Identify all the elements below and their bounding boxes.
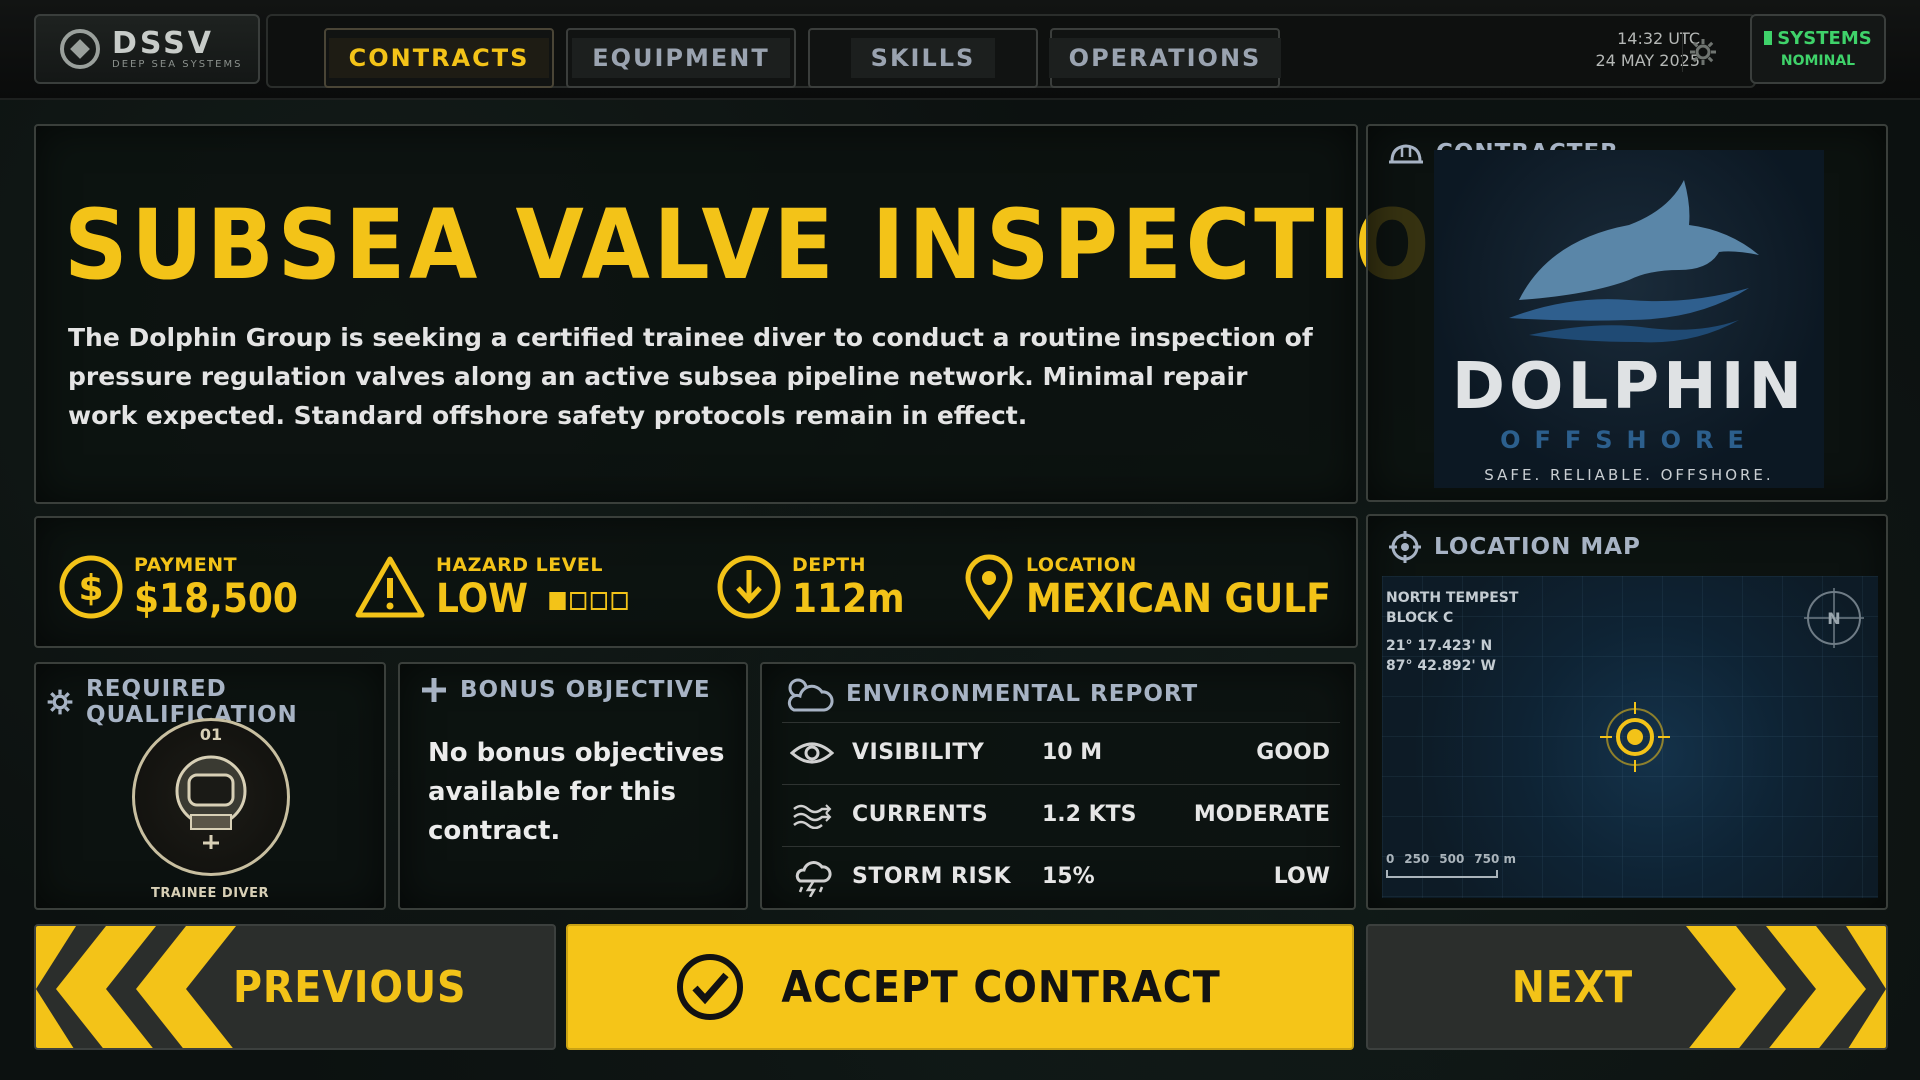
diving-helmet-icon [175, 755, 247, 849]
systems-state: NOMINAL [1780, 53, 1856, 69]
env-row-storm-risk: STORM RISK 15% LOW [782, 846, 1340, 906]
hazard-level-box [590, 592, 608, 610]
weather-cloud-icon [787, 678, 834, 712]
logo-name: DSSV [112, 25, 214, 61]
previous-label: PREVIOUS [233, 961, 467, 1013]
dollar-coin-icon: $ [59, 555, 123, 619]
contract-stats-panel: $ PAYMENT $18,500 HAZARD LEVEL LOW DEPTH… [34, 516, 1358, 648]
trainee-diver-badge: 01 [132, 718, 290, 876]
storm-icon [795, 860, 832, 897]
svg-text:$: $ [78, 568, 103, 609]
logo-subtitle: DEEP SEA SYSTEMS [112, 58, 243, 70]
next-button[interactable]: NEXT [1366, 924, 1888, 1050]
location-value: MEXICAN GULF [1026, 576, 1331, 622]
map-latitude: 21° 17.423' N [1386, 638, 1493, 654]
dssv-logo: DSSV DEEP SEA SYSTEMS [34, 14, 260, 84]
tab-operations[interactable]: OPERATIONS [1048, 28, 1282, 88]
payment-value: $18,500 [134, 576, 298, 622]
environment-heading: ENVIRONMENTAL REPORT [782, 674, 1198, 714]
tab-equipment[interactable]: EQUIPMENT [566, 28, 796, 88]
hazard-level-meter [549, 592, 628, 610]
checkmark-circle-icon [676, 954, 743, 1020]
stat-location: LOCATION MEXICAN GULF [962, 554, 1365, 622]
depth-arrow-icon [717, 555, 781, 619]
dolphin-offshore-logo: DOLPHIN OFFSHORE SAFE. RELIABLE. OFFSHOR… [1434, 150, 1824, 488]
clock-time: 14:32 UTC [1617, 29, 1700, 48]
required-qualification-panel: REQUIRED QUALIFICATION 01 TRAINEE DIVER [34, 662, 386, 910]
bonus-heading: BONUS OBJECTIVE [420, 676, 711, 704]
eye-icon [790, 742, 834, 763]
next-label: NEXT [1511, 961, 1633, 1013]
clock-date: 24 MAY 2025 [1595, 51, 1700, 70]
hazard-level-box [570, 592, 587, 610]
dssv-logo-icon [60, 29, 100, 69]
gear-icon [47, 689, 73, 715]
bonus-text: No bonus objectives available for this c… [428, 738, 725, 846]
chevron-right-icon [1686, 926, 1886, 1048]
environmental-report-panel: ENVIRONMENTAL REPORT VISIBILITY 10 M GOO… [760, 662, 1356, 910]
contractor-panel: CONTRACTER DOLPHIN OFFSHORE SAFE. RELIAB… [1366, 124, 1888, 502]
currents-icon [793, 803, 832, 829]
contract-details-panel: SUBSEA VALVE INSPECTION The Dolphin Grou… [34, 124, 1507, 504]
stat-hazard: HAZARD LEVEL LOW [354, 554, 649, 622]
contract-description: The Dolphin Group is seeking a certified… [68, 323, 1313, 430]
top-bar: DSSV DEEP SEA SYSTEMS CONTRACTS EQUIPMEN… [0, 0, 1920, 100]
map-scale-bar: 0 250 500 750 m [1386, 852, 1516, 878]
clock: 14:32 UTC 24 MAY 2025 [1560, 28, 1700, 72]
systems-label: SYSTEMS [1752, 28, 1884, 49]
env-row-visibility: VISIBILITY 10 M GOOD [782, 722, 1340, 782]
badge-name: TRAINEE DIVER [150, 886, 270, 901]
settings-gear-icon[interactable] [1682, 32, 1722, 72]
tab-skills[interactable]: SKILLS [808, 28, 1038, 88]
chevron-left-icon [36, 926, 236, 1048]
location-pin-icon [965, 554, 1013, 620]
target-marker-icon[interactable] [1600, 702, 1670, 772]
stat-payment: $ PAYMENT $18,500 [58, 554, 316, 622]
plus-icon [422, 678, 446, 702]
stat-depth: DEPTH 112m [716, 554, 917, 622]
previous-button[interactable]: PREVIOUS [34, 924, 556, 1050]
svg-text:N: N [1827, 609, 1840, 628]
warning-triangle-icon [355, 556, 425, 618]
compass-icon: N [1804, 588, 1864, 648]
systems-status: SYSTEMS NOMINAL [1750, 14, 1886, 84]
map-longitude: 87° 42.892' W [1386, 658, 1496, 674]
contractor-slogan: SAFE. RELIABLE. OFFSHORE. [1484, 466, 1774, 484]
tab-contracts[interactable]: CONTRACTS [324, 28, 554, 88]
hazard-level-box [611, 592, 628, 610]
env-row-currents: CURRENTS 1.2 KTS MODERATE [782, 784, 1340, 844]
hazard-level-box [549, 592, 566, 610]
accept-label: ACCEPT CONTRACT [781, 961, 1221, 1013]
contract-title: SUBSEA VALVE INSPECTION [64, 189, 1511, 301]
contractor-subname: OFFSHORE [1500, 426, 1758, 454]
location-map-heading: LOCATION MAP [1388, 530, 1641, 564]
map-area-line1: NORTH TEMPEST [1386, 590, 1519, 606]
location-map-panel: LOCATION MAP NORTH TEMPEST BLOCK C 21° 1… [1366, 514, 1888, 910]
badge-number: 01 [199, 725, 223, 744]
hardhat-icon [1389, 144, 1423, 164]
contractor-name: DOLPHIN [1451, 350, 1807, 424]
dolphin-icon [1509, 180, 1759, 343]
depth-value: 112m [792, 576, 905, 622]
location-map[interactable]: NORTH TEMPEST BLOCK C 21° 17.423' N 87° … [1382, 576, 1878, 898]
crosshair-icon [1389, 531, 1421, 563]
map-area-line2: BLOCK C [1386, 610, 1454, 626]
bonus-objective-panel: BONUS OBJECTIVE No bonus objectives avai… [398, 662, 748, 910]
accept-contract-button[interactable]: ACCEPT CONTRACT [566, 924, 1354, 1050]
hazard-value: LOW [436, 576, 628, 622]
